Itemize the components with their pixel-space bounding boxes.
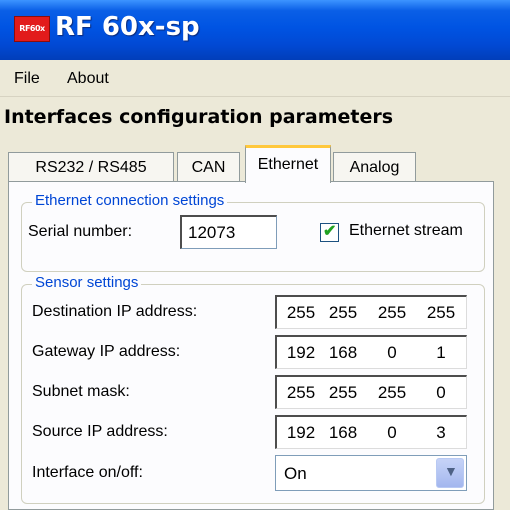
serial-number-field[interactable]: 12073 [180, 215, 277, 249]
ethernet-tab-panel: Ethernet connection settings Serial numb… [8, 181, 494, 510]
ip-octet: 255 [426, 303, 456, 322]
ip-octet: 0 [387, 343, 397, 362]
ethernet-connection-legend: Ethernet connection settings [32, 192, 228, 209]
application-window: RF60x RF 60x-sp File About Interfaces co… [0, 0, 510, 510]
ethernet-stream-checkbox[interactable]: ✔ [320, 223, 339, 242]
tab-can[interactable]: CAN [177, 152, 240, 182]
ip-octet: 255 [286, 383, 316, 402]
tab-ethernet[interactable]: Ethernet [245, 145, 331, 183]
gateway-ip-field[interactable]: 192 168 0 1 [275, 335, 467, 369]
interface-onoff-select[interactable]: On ▼ [275, 455, 467, 491]
ip-octet: 0 [387, 423, 397, 442]
ip-octet: 192 [286, 343, 316, 362]
section-header: Interfaces configuration parameters [4, 106, 394, 128]
ip-octet: 255 [328, 303, 358, 322]
interface-onoff-value: On [284, 464, 307, 483]
menu-file[interactable]: File [14, 70, 40, 88]
subnet-mask-field[interactable]: 255 255 255 0 [275, 375, 467, 409]
ip-octet: 168 [328, 343, 358, 362]
ip-octet: 3 [436, 423, 446, 442]
app-icon-text: RF60x [19, 24, 45, 33]
source-ip-field[interactable]: 192 168 0 3 [275, 415, 467, 449]
window-title: RF 60x-sp [55, 12, 200, 42]
destination-ip-label: Destination IP address: [32, 303, 198, 320]
ip-octet: 0 [436, 383, 446, 402]
gateway-ip-label: Gateway IP address: [32, 343, 181, 360]
subnet-mask-label: Subnet mask: [32, 383, 130, 400]
app-icon: RF60x [14, 16, 50, 42]
dropdown-button[interactable]: ▼ [436, 458, 464, 488]
ethernet-stream-label: Ethernet stream [349, 222, 463, 239]
ip-octet: 192 [286, 423, 316, 442]
title-bar[interactable]: RF60x RF 60x-sp [0, 0, 510, 60]
check-icon: ✔ [323, 223, 337, 240]
sensor-settings-group: Sensor settings Destination IP address: … [21, 274, 485, 504]
ip-octet: 255 [328, 383, 358, 402]
chevron-down-icon: ▼ [444, 463, 458, 479]
ip-octet: 255 [377, 303, 407, 322]
menu-bar: File About [0, 60, 510, 97]
destination-ip-field[interactable]: 255 255 255 255 [275, 295, 467, 329]
sensor-settings-legend: Sensor settings [32, 274, 142, 291]
serial-number-label: Serial number: [28, 223, 133, 240]
source-ip-label: Source IP address: [32, 423, 168, 440]
ip-octet: 1 [436, 343, 446, 362]
ethernet-connection-group: Ethernet connection settings Serial numb… [21, 192, 485, 272]
menu-about[interactable]: About [67, 70, 109, 88]
ip-octet: 255 [286, 303, 316, 322]
tab-analog[interactable]: Analog [333, 152, 416, 182]
tab-rs232-rs485[interactable]: RS232 / RS485 [8, 152, 174, 182]
interface-onoff-label: Interface on/off: [32, 464, 143, 481]
ip-octet: 255 [377, 383, 407, 402]
ip-octet: 168 [328, 423, 358, 442]
